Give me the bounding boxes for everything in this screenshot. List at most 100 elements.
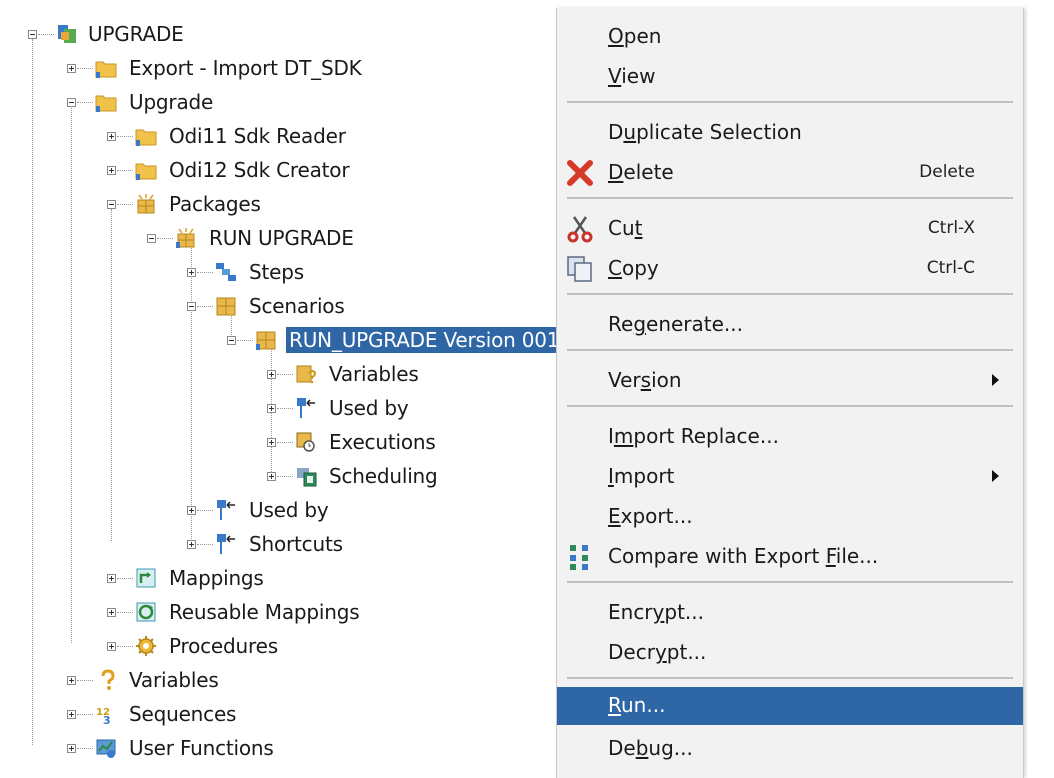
expand-toggle[interactable] (187, 540, 196, 549)
menu-item-import-replace[interactable]: Import Replace... (557, 418, 1023, 454)
menu-item-label: Import Replace... (608, 424, 779, 448)
tree-node-label: Reusable Mappings (169, 600, 360, 624)
menu-item-run[interactable]: Run... (557, 687, 1023, 725)
expand-toggle[interactable] (67, 676, 76, 685)
tree-node-label: Variables (329, 362, 419, 386)
tree-node-variables[interactable]: Variables (0, 667, 556, 693)
expand-toggle[interactable] (107, 132, 116, 141)
menu-item-label: Duplicate Selection (608, 120, 802, 144)
tree-node-run-upgrade-package[interactable]: RUN UPGRADE (0, 225, 556, 251)
menu-item-view[interactable]: View (557, 58, 1023, 94)
tree-node-label: Variables (129, 668, 219, 692)
tree-node-scenarios[interactable]: Scenarios (0, 293, 556, 319)
menu-item-compare-with-export-file[interactable]: Compare with Export File... (557, 538, 1023, 574)
delete-icon (567, 160, 593, 186)
expand-toggle[interactable] (267, 472, 276, 481)
tree-node-label: RUN UPGRADE (209, 226, 354, 250)
menu-item-copy[interactable]: Copy Ctrl-C (557, 250, 1023, 286)
tree-node-packages[interactable]: Packages (0, 191, 556, 217)
menu-item-import[interactable]: Import (557, 458, 1023, 494)
menu-item-label: Regenerate... (608, 312, 743, 336)
menu-separator (567, 581, 1013, 583)
tree-node-scheduling[interactable]: Scheduling (0, 463, 556, 489)
menu-item-debug[interactable]: Debug... (557, 730, 1023, 766)
tree-node-steps[interactable]: Steps (0, 259, 556, 285)
tree-node-label: Upgrade (129, 90, 214, 114)
scenarios-icon (216, 297, 236, 316)
tree-node-label: Scheduling (329, 464, 438, 488)
tree-node-odi12-folder[interactable]: Odi12 Sdk Creator (0, 157, 556, 183)
package-icon (176, 228, 195, 248)
tree-node-mappings[interactable]: Mappings (0, 565, 556, 591)
tree-node-export-import-folder[interactable]: Export - Import DT_SDK (0, 55, 556, 81)
submenu-arrow-icon (992, 374, 999, 386)
menu-item-label: Decrypt... (608, 640, 707, 664)
executions-icon (296, 432, 315, 452)
expand-toggle[interactable] (187, 268, 196, 277)
tree-node-label: Procedures (169, 634, 278, 658)
tree-node-shortcuts[interactable]: Shortcuts (0, 531, 556, 557)
collapse-toggle[interactable] (67, 98, 76, 107)
menu-item-label: Cut (608, 216, 643, 240)
used-by-icon (297, 398, 315, 418)
cut-icon (567, 216, 593, 243)
project-icon (58, 25, 76, 43)
expand-toggle[interactable] (267, 438, 276, 447)
tree-node-reusable-mappings[interactable]: Reusable Mappings (0, 599, 556, 625)
tree-node-label: Used by (329, 396, 409, 420)
menu-item-open[interactable]: Open (557, 18, 1023, 54)
menu-item-duplicate-selection[interactable]: Duplicate Selection (557, 114, 1023, 150)
menu-item-decrypt[interactable]: Decrypt... (557, 634, 1023, 670)
menu-item-cut[interactable]: Cut Ctrl-X (557, 210, 1023, 246)
expand-toggle[interactable] (187, 506, 196, 515)
expand-toggle[interactable] (107, 574, 116, 583)
collapse-toggle[interactable] (28, 30, 37, 39)
collapse-toggle[interactable] (227, 336, 236, 345)
procedures-icon (136, 636, 156, 656)
tree-node-scenario-used-by[interactable]: Used by (0, 395, 556, 421)
used-by-icon (217, 500, 235, 520)
tree-node-label: Scenarios (249, 294, 345, 318)
tree-node-run-upgrade-scenario[interactable]: RUN_UPGRADE Version 001 (0, 327, 556, 353)
tree-node-upgrade-folder[interactable]: Upgrade (0, 89, 556, 115)
menu-item-encrypt[interactable]: Encrypt... (557, 594, 1023, 630)
menu-item-label: Delete (608, 160, 674, 184)
expand-toggle[interactable] (67, 64, 76, 73)
tree-node-label: Odi11 Sdk Reader (169, 124, 346, 148)
tree-node-label: Used by (249, 498, 329, 522)
menu-separator (567, 349, 1013, 351)
menu-shortcut: Delete (919, 162, 975, 182)
folder-icon (135, 129, 157, 146)
menu-item-label: Open (608, 24, 662, 48)
tree-node-odi11-folder[interactable]: Odi11 Sdk Reader (0, 123, 556, 149)
menu-item-delete[interactable]: Delete Delete (557, 154, 1023, 190)
collapse-toggle[interactable] (147, 234, 156, 243)
tree-node-label: Odi12 Sdk Creator (169, 158, 350, 182)
tree-node-upgrade-project[interactable]: UPGRADE (0, 21, 556, 47)
collapse-toggle[interactable] (187, 302, 196, 311)
folder-icon (135, 163, 157, 180)
menu-item-label: Export... (608, 504, 693, 528)
tree-node-user-functions[interactable]: User Functions (0, 735, 556, 761)
menu-separator (567, 101, 1013, 103)
tree-node-executions[interactable]: Executions (0, 429, 556, 455)
expand-toggle[interactable] (67, 744, 76, 753)
expand-toggle[interactable] (107, 166, 116, 175)
scenario-icon (256, 331, 276, 350)
expand-toggle[interactable] (107, 608, 116, 617)
menu-item-regenerate[interactable]: Regenerate... (557, 306, 1023, 342)
expand-toggle[interactable] (267, 404, 276, 413)
tree-node-label: UPGRADE (88, 22, 184, 46)
expand-toggle[interactable] (67, 710, 76, 719)
tree-node-sequences[interactable]: 12 3 Sequences (0, 701, 556, 727)
collapse-toggle[interactable] (107, 200, 116, 209)
expand-toggle[interactable] (107, 642, 116, 651)
tree-node-procedures[interactable]: Procedures (0, 633, 556, 659)
expand-toggle[interactable] (267, 370, 276, 379)
tree-node-package-used-by[interactable]: Used by (0, 497, 556, 523)
menu-item-export[interactable]: Export... (557, 498, 1023, 534)
tree-node-scenario-variables[interactable]: Variables (0, 361, 556, 387)
copy-icon (567, 256, 592, 282)
menu-item-version[interactable]: Version (557, 362, 1023, 398)
tree-node-label: Steps (249, 260, 304, 284)
